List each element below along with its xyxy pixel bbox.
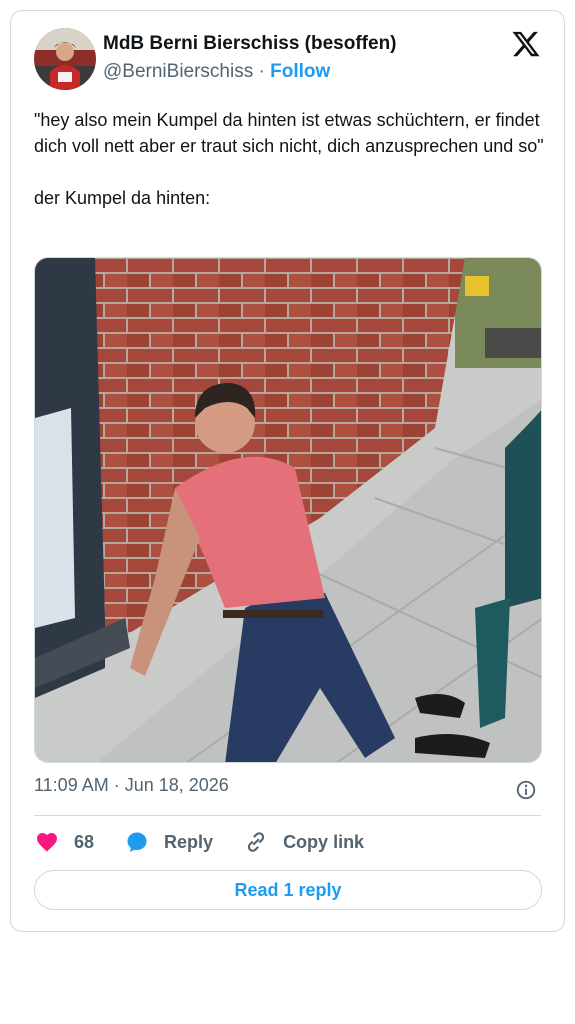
author-name[interactable]: MdB Berni Bierschiss (besoffen) xyxy=(103,33,397,55)
copy-link-label: Copy link xyxy=(283,831,365,852)
like-button[interactable]: 68 xyxy=(34,830,94,854)
like-count: 68 xyxy=(74,831,95,852)
reply-label: Reply xyxy=(164,831,214,852)
info-icon[interactable] xyxy=(515,779,537,801)
author-handle[interactable]: @BerniBierschiss xyxy=(103,61,253,82)
tweet-text: "hey also mein Kumpel da hinten ist etwa… xyxy=(34,107,544,211)
author-handle-row: @BerniBierschiss · Follow xyxy=(103,61,330,83)
action-bar: 68 Reply Copy link xyxy=(34,827,394,857)
tweet-card: MdB Berni Bierschiss (besoffen) @BerniBi… xyxy=(10,10,565,932)
tweet-photo[interactable] xyxy=(34,257,542,763)
x-logo-icon[interactable] xyxy=(511,29,541,59)
avatar[interactable] xyxy=(34,28,96,90)
divider xyxy=(34,815,541,816)
photo-image xyxy=(35,258,541,762)
avatar-image xyxy=(34,28,96,90)
tweet-line-quote: "hey also mein Kumpel da hinten ist etwa… xyxy=(34,110,544,156)
heart-icon xyxy=(37,833,57,852)
tweet-timestamp[interactable]: 11:09 AM · Jun 18, 2026 xyxy=(34,775,229,796)
tweet-line-caption: der Kumpel da hinten: xyxy=(34,188,211,208)
separator-dot: · xyxy=(258,61,265,82)
read-replies-button[interactable]: Read 1 reply xyxy=(34,870,542,910)
copy-link-button[interactable]: Copy link xyxy=(243,829,364,855)
link-icon xyxy=(247,832,265,852)
reply-button[interactable]: Reply xyxy=(124,830,213,854)
follow-button[interactable]: Follow xyxy=(270,61,330,82)
reply-bubble-icon xyxy=(127,832,147,852)
